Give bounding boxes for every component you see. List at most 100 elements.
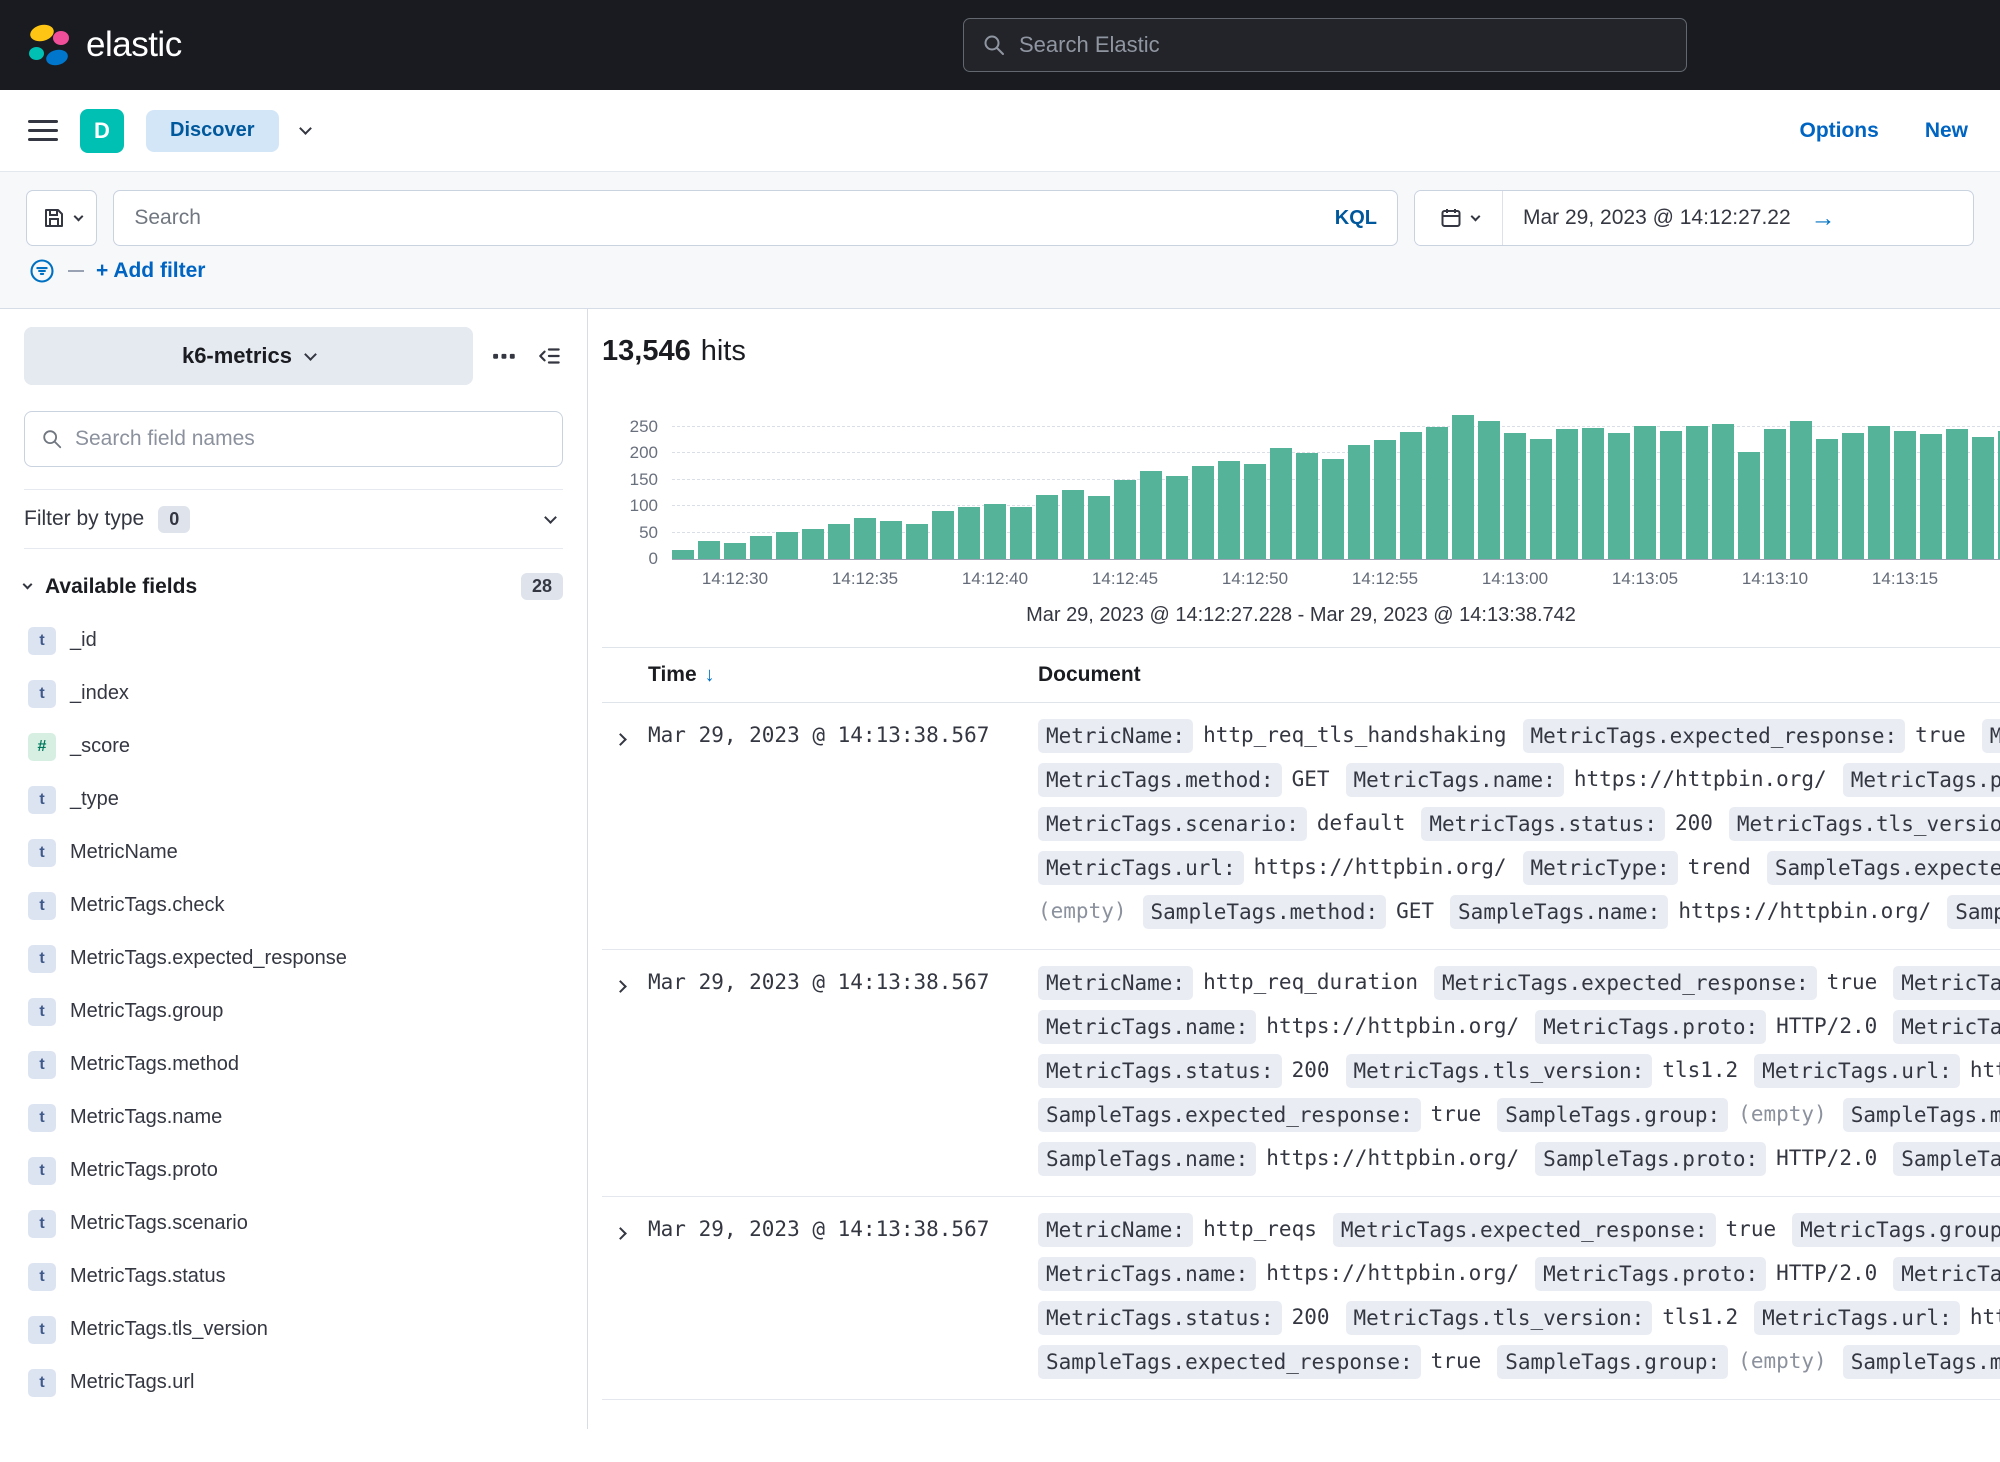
chart-time-range-caption: Mar 29, 2023 @ 14:12:27.228 - Mar 29, 20… [602, 604, 2000, 627]
histogram-bar[interactable] [958, 507, 980, 559]
sort-descending-icon[interactable]: ↓ [705, 664, 715, 686]
field-item[interactable]: t_type [24, 773, 563, 826]
histogram-bar[interactable] [1322, 459, 1344, 559]
field-item[interactable]: tMetricTags.scenario [24, 1197, 563, 1250]
histogram-bar[interactable] [1686, 426, 1708, 559]
histogram-bar[interactable] [672, 550, 694, 560]
query-input[interactable] [134, 206, 1334, 230]
field-item[interactable]: tMetricTags.name [24, 1091, 563, 1144]
field-item[interactable]: #_score [24, 720, 563, 773]
field-item[interactable]: t_index [24, 667, 563, 720]
histogram-bar[interactable] [1400, 432, 1422, 559]
field-item[interactable]: tMetricTags.url [24, 1356, 563, 1409]
histogram-bar[interactable] [1816, 439, 1838, 559]
kql-query-input-wrap[interactable]: KQL [113, 190, 1398, 246]
histogram-bar[interactable] [1608, 433, 1630, 559]
data-view-picker[interactable]: k6-metrics [24, 327, 473, 385]
histogram-bar[interactable] [724, 543, 746, 559]
histogram-bar[interactable] [1582, 428, 1604, 559]
options-button[interactable]: Options [1799, 119, 1878, 143]
expand-row-button[interactable] [602, 721, 638, 757]
histogram-bar[interactable] [1114, 480, 1136, 559]
histogram-bar[interactable] [776, 532, 798, 559]
histogram-bar[interactable] [1426, 427, 1448, 559]
expand-row-button[interactable] [602, 1215, 638, 1251]
space-avatar[interactable]: D [80, 109, 124, 153]
histogram-bar[interactable] [1166, 476, 1188, 559]
field-value: true [1827, 970, 1878, 994]
histogram-bar[interactable] [750, 536, 772, 559]
histogram-bar[interactable] [1218, 461, 1240, 559]
collapse-sidebar-icon[interactable] [537, 343, 563, 369]
histogram-bar[interactable] [1348, 445, 1370, 559]
histogram-bar[interactable] [1634, 426, 1656, 559]
add-filter-button[interactable]: + Add filter [96, 259, 205, 283]
new-button[interactable]: New [1925, 119, 1968, 143]
histogram-bar[interactable] [1738, 452, 1760, 559]
histogram-bar[interactable] [1660, 431, 1682, 559]
histogram-bar[interactable] [1062, 490, 1084, 559]
histogram-bar[interactable] [1244, 464, 1266, 559]
filter-icon[interactable] [28, 257, 56, 285]
chevron-down-icon[interactable] [299, 122, 312, 135]
saved-query-menu-button[interactable] [26, 190, 97, 246]
menu-icon[interactable] [28, 120, 58, 141]
global-search[interactable] [963, 18, 1687, 72]
histogram-bar[interactable] [1868, 426, 1890, 559]
field-value-pair: MetricTags.name:https://httpbin.org/ [1038, 1261, 1519, 1285]
field-item[interactable]: t_id [24, 614, 563, 667]
histogram-bar[interactable] [854, 518, 876, 559]
field-item[interactable]: tMetricTags.check [24, 879, 563, 932]
histogram-bar[interactable] [802, 529, 824, 559]
histogram-bar[interactable] [1712, 424, 1734, 559]
histogram-bar[interactable] [698, 541, 720, 559]
field-item[interactable]: tMetricName [24, 826, 563, 879]
histogram-bar[interactable] [1504, 433, 1526, 559]
field-search-input[interactable] [75, 427, 546, 451]
histogram-bar[interactable] [1296, 453, 1318, 559]
histogram-bar[interactable] [1842, 433, 1864, 559]
filter-by-type-toggle[interactable]: Filter by type 0 [24, 489, 563, 549]
histogram-bar[interactable] [1088, 496, 1110, 559]
histogram-bar[interactable] [1894, 431, 1916, 559]
field-value-pair: MetricTags.expected_response:true [1523, 723, 1966, 747]
field-settings-icon[interactable] [491, 343, 517, 369]
field-list: t_idt_index#_scoret_typetMetricNametMetr… [24, 614, 563, 1409]
field-item[interactable]: tMetricTags.tls_version [24, 1303, 563, 1356]
date-quick-menu-button[interactable] [1415, 191, 1503, 245]
field-item[interactable]: tMetricTags.group [24, 985, 563, 1038]
histogram-bar[interactable] [1010, 507, 1032, 559]
histogram-bar[interactable] [1374, 440, 1396, 559]
histogram-bar[interactable] [1036, 495, 1058, 559]
start-date-value[interactable]: Mar 29, 2023 @ 14:12:27.22 [1503, 206, 1811, 230]
x-axis-label: 14:12:45 [1092, 569, 1158, 589]
histogram-bar[interactable] [880, 521, 902, 559]
kql-language-toggle[interactable]: KQL [1335, 207, 1377, 230]
histogram-bar[interactable] [984, 504, 1006, 559]
histogram-bar[interactable] [1790, 421, 1812, 559]
field-item[interactable]: tMetricTags.expected_response [24, 932, 563, 985]
histogram-bar[interactable] [906, 524, 928, 559]
available-fields-header[interactable]: Available fields 28 [24, 573, 563, 600]
histogram-bar[interactable] [1556, 429, 1578, 559]
field-search[interactable] [24, 411, 563, 467]
histogram-bar[interactable] [1764, 429, 1786, 559]
histogram-bar[interactable] [1946, 429, 1968, 559]
time-column-header[interactable]: Time [648, 663, 697, 686]
expand-row-button[interactable] [602, 968, 638, 1004]
histogram-bar[interactable] [1530, 439, 1552, 559]
histogram-bar[interactable] [1478, 421, 1500, 559]
field-item[interactable]: tMetricTags.status [24, 1250, 563, 1303]
field-item[interactable]: tMetricTags.method [24, 1038, 563, 1091]
histogram-bar[interactable] [1920, 434, 1942, 559]
histogram-bar[interactable] [1140, 471, 1162, 559]
histogram-bar[interactable] [1270, 448, 1292, 559]
histogram-bar[interactable] [828, 524, 850, 559]
breadcrumb-discover[interactable]: Discover [146, 110, 279, 152]
histogram-bar[interactable] [1972, 437, 1994, 559]
histogram-bar[interactable] [1192, 466, 1214, 559]
histogram-bar[interactable] [1452, 415, 1474, 559]
field-item[interactable]: tMetricTags.proto [24, 1144, 563, 1197]
histogram-bar[interactable] [932, 511, 954, 559]
global-search-input[interactable] [1019, 32, 1668, 58]
